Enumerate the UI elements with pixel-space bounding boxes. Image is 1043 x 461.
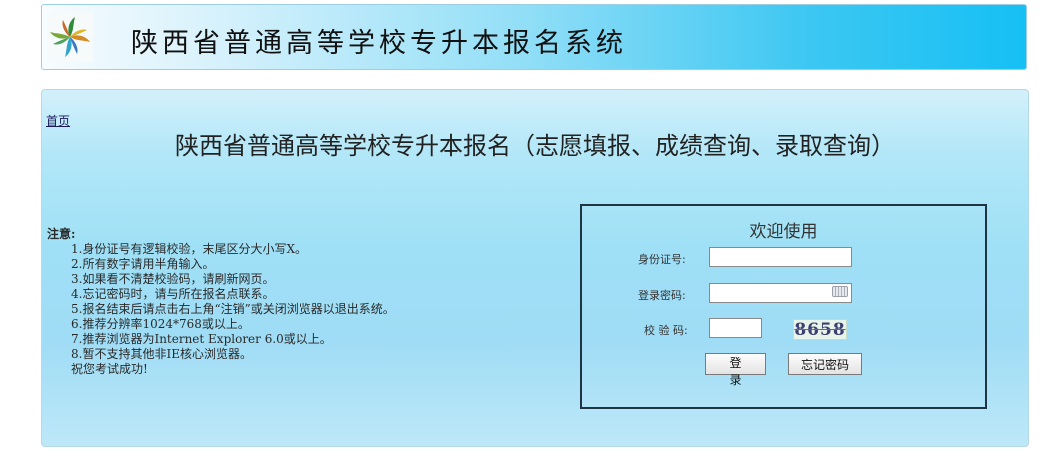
login-button[interactable]: 登 录 [705,353,766,387]
id-number-label: 身份证号: [638,253,686,266]
captcha-label: 校 验 码: [644,324,688,337]
note-item: 4.忘记密码时，请与所在报名点联系。 [71,287,275,301]
pinwheel-logo-icon [47,12,93,62]
id-number-input[interactable] [709,247,852,267]
page-title: 陕西省普通高等学校专升本报名（志愿填报、成绩查询、录取查询） [175,132,895,160]
header-banner: 陕西省普通高等学校专升本报名系统 [41,4,1027,70]
captcha-input[interactable] [709,318,762,338]
notes-title: 注意: [47,227,76,241]
note-item: 8.暂不支持其他非IE核心浏览器。 [71,347,252,361]
login-form: 欢迎使用 身份证号: 登录密码: 校 验 码: 8658 登 录 忘记密码 [580,204,987,409]
note-item: 6.推荐分辨率1024*768或以上。 [71,317,250,331]
note-item: 1.身份证号有逻辑校验，末尾区分大小写X。 [71,242,307,256]
captcha-image[interactable]: 8658 [793,319,847,340]
keyboard-icon[interactable] [832,286,848,297]
note-item: 祝您考试成功! [71,362,148,376]
note-item: 5.报名结束后请点击右上角“注销”或关闭浏览器以退出系统。 [71,302,395,316]
password-field-wrap [709,283,852,303]
main-panel: 首页 陕西省普通高等学校专升本报名（志愿填报、成绩查询、录取查询） 注意: 1.… [41,89,1029,447]
password-input[interactable] [709,283,852,303]
notes-section: 注意: 1.身份证号有逻辑校验，末尾区分大小写X。 2.所有数字请用半角输入。 … [47,227,395,377]
note-item: 3.如果看不清楚校验码，请刷新网页。 [71,272,275,286]
welcome-text: 欢迎使用 [749,222,818,242]
note-item: 7.推荐浏览器为Internet Explorer 6.0或以上。 [71,332,332,346]
forgot-password-button[interactable]: 忘记密码 [788,353,862,375]
notes-list: 1.身份证号有逻辑校验，末尾区分大小写X。 2.所有数字请用半角输入。 3.如果… [47,242,395,377]
system-title: 陕西省普通高等学校专升本报名系统 [131,28,627,59]
password-label: 登录密码: [638,289,686,302]
note-item: 2.所有数字请用半角输入。 [71,257,215,271]
